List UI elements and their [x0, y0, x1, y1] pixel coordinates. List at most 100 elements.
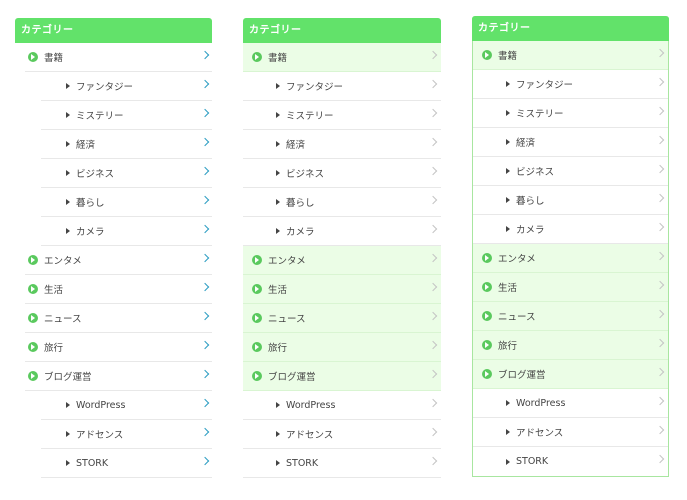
category-label: STORK [516, 456, 549, 467]
triangle-right-icon [506, 110, 510, 116]
chevron-right-icon [200, 195, 210, 205]
category-item[interactable]: 暮らし [41, 188, 212, 217]
category-item[interactable]: 旅行 [473, 331, 668, 360]
category-item[interactable]: ニュース [243, 304, 441, 333]
triangle-right-icon [506, 81, 510, 87]
widget-title: カテゴリー [472, 16, 669, 41]
category-item[interactable]: 暮らし [473, 186, 668, 215]
circle-arrow-icon [252, 342, 262, 352]
category-item[interactable]: 書籍 [473, 41, 668, 70]
widget-title: カテゴリー [243, 18, 441, 43]
chevron-right-icon [655, 396, 665, 406]
chevron-right-icon [428, 340, 438, 350]
category-item[interactable]: カメラ [473, 215, 668, 244]
triangle-right-icon [276, 170, 280, 176]
category-item[interactable]: 生活 [473, 273, 668, 302]
category-label: ビジネス [286, 169, 325, 180]
category-item[interactable]: 暮らし [243, 188, 441, 217]
category-label: WordPress [286, 399, 336, 411]
category-label: 生活 [498, 283, 518, 294]
category-label: WordPress [76, 399, 126, 411]
category-label: ブログ運営 [268, 372, 316, 383]
category-label: ミステリー [286, 111, 334, 122]
circle-arrow-icon [252, 313, 262, 323]
category-item[interactable]: ファンタジー [41, 72, 212, 101]
category-item[interactable]: アドセンス [473, 418, 668, 447]
category-item[interactable]: WordPress [41, 391, 212, 420]
category-item[interactable]: ブログ運営 [243, 362, 441, 391]
circle-arrow-icon [28, 342, 38, 352]
category-item[interactable]: 旅行 [243, 333, 441, 362]
category-item[interactable]: ミステリー [243, 101, 441, 130]
category-label: 暮らし [76, 198, 105, 209]
category-label: 書籍 [498, 51, 518, 62]
circle-arrow-icon [482, 50, 492, 60]
category-list: 書籍 ファンタジーミステリー経済ビジネス暮らし カメラエンタメ生活ニュース旅行ブログ… [243, 43, 441, 478]
triangle-right-icon [506, 429, 510, 435]
category-item[interactable]: 書籍 [25, 43, 212, 72]
chevron-right-icon [428, 79, 438, 89]
category-item[interactable]: WordPress [473, 389, 668, 418]
category-item[interactable]: ファンタジー [473, 70, 668, 99]
category-item[interactable]: アドセンス [243, 420, 441, 449]
category-label: 旅行 [44, 343, 64, 354]
chevron-right-icon [655, 425, 665, 435]
category-item[interactable]: STORK [473, 447, 668, 476]
category-label: カメラ [76, 227, 105, 238]
category-label: ニュース [44, 314, 82, 325]
category-item[interactable]: ブログ運営 [25, 362, 212, 391]
triangle-right-icon [66, 460, 70, 466]
chevron-right-icon [655, 338, 665, 348]
chevron-right-icon [655, 251, 665, 261]
category-item[interactable]: アドセンス [41, 420, 212, 449]
category-item[interactable]: エンタメ [25, 246, 212, 275]
triangle-right-icon [276, 141, 280, 147]
category-item[interactable]: ニュース [25, 304, 212, 333]
category-item[interactable]: 生活 [25, 275, 212, 304]
category-item[interactable]: WordPress [243, 391, 441, 420]
chevron-right-icon [655, 193, 665, 203]
category-item[interactable]: ビジネス [41, 159, 212, 188]
category-item[interactable]: 経済 [473, 128, 668, 157]
category-item[interactable]: 書籍 [243, 43, 441, 72]
category-label: STORK [286, 457, 319, 469]
chevron-right-icon [200, 311, 210, 321]
category-item[interactable]: カメラ [243, 217, 441, 246]
category-item[interactable]: ビジネス [243, 159, 441, 188]
category-item[interactable]: ファンタジー [243, 72, 441, 101]
category-label: アドセンス [286, 430, 334, 441]
category-item[interactable]: ミステリー [41, 101, 212, 130]
category-item[interactable]: エンタメ [243, 246, 441, 275]
category-item[interactable]: 旅行 [25, 333, 212, 362]
category-item[interactable]: ブログ運営 [473, 360, 668, 389]
category-item[interactable]: 経済 [243, 130, 441, 159]
category-item[interactable]: 生活 [243, 275, 441, 304]
category-item[interactable]: 経済 [41, 130, 212, 159]
chevron-right-icon [200, 398, 210, 408]
category-item[interactable]: STORK [41, 449, 212, 478]
chevron-right-icon [428, 253, 438, 263]
category-label: エンタメ [268, 256, 306, 267]
category-item[interactable]: ニュース [473, 302, 668, 331]
category-label: 旅行 [498, 341, 518, 352]
category-label: ミステリー [76, 111, 124, 122]
category-label: 生活 [268, 285, 288, 296]
category-item[interactable]: ミステリー [473, 99, 668, 128]
chevron-right-icon [200, 340, 210, 350]
category-label: ニュース [498, 312, 536, 323]
category-label: 暮らし [516, 196, 545, 207]
category-item[interactable]: ビジネス [473, 157, 668, 186]
chevron-right-icon [200, 137, 210, 147]
category-item[interactable]: エンタメ [473, 244, 668, 273]
circle-arrow-icon [252, 52, 262, 62]
category-list: 書籍 ファンタジーミステリー経済 ビジネス暮らしカメラエンタメ 生活ニュース旅行ブログ… [15, 43, 212, 478]
triangle-right-icon [276, 402, 280, 408]
category-widget-style-1: カテゴリー 書籍 ファンタジー ミステリー 経済 ビジネス 暮らし カメラ エンタメ 生活 ニュー… [15, 18, 212, 478]
category-label: 旅行 [268, 343, 288, 354]
triangle-right-icon [276, 83, 280, 89]
chevron-right-icon [428, 50, 438, 60]
circle-arrow-icon [482, 282, 492, 292]
category-item[interactable]: カメラ [41, 217, 212, 246]
category-item[interactable]: STORK [243, 449, 441, 478]
chevron-right-icon [200, 108, 210, 118]
